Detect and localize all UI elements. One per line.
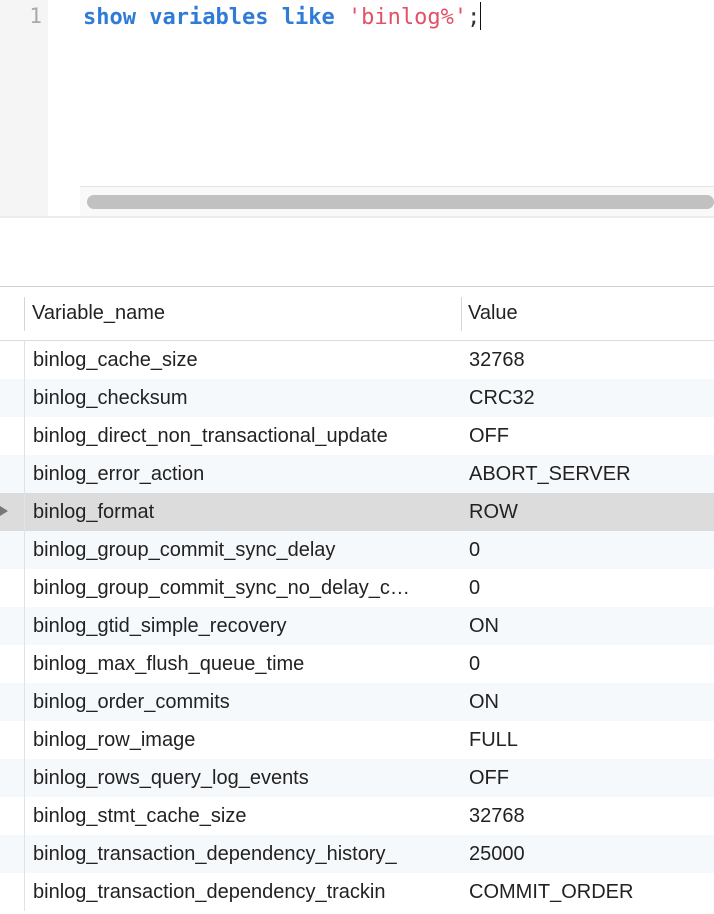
cell-variable-name[interactable]: binlog_max_flush_queue_time xyxy=(33,645,455,683)
cell-variable-name[interactable]: binlog_checksum xyxy=(33,379,455,417)
keyword-variables: variables xyxy=(149,5,269,30)
cell-variable-name[interactable]: binlog_gtid_simple_recovery xyxy=(33,607,455,645)
cell-value[interactable]: ON xyxy=(469,683,714,721)
line-number: 1 xyxy=(29,4,42,28)
table-row[interactable]: binlog_max_flush_queue_time 0 xyxy=(0,645,714,683)
editor-results-divider[interactable] xyxy=(0,216,714,218)
row-gutter-separator xyxy=(24,721,25,759)
table-row[interactable]: binlog_error_action ABORT_SERVER xyxy=(0,455,714,493)
cell-variable-name[interactable]: binlog_stmt_cache_size xyxy=(33,797,455,835)
row-gutter-separator xyxy=(24,493,25,531)
row-gutter-separator xyxy=(24,759,25,797)
table-row[interactable]: binlog_rows_query_log_events OFF xyxy=(0,759,714,797)
text-caret xyxy=(480,2,482,30)
row-gutter-separator xyxy=(24,873,25,911)
row-gutter-separator xyxy=(24,341,25,379)
cell-variable-name[interactable]: binlog_rows_query_log_events xyxy=(33,759,455,797)
row-gutter-separator xyxy=(24,835,25,873)
column-header-variable-name[interactable]: Variable_name xyxy=(32,287,165,340)
horizontal-scrollbar-thumb[interactable] xyxy=(87,195,714,209)
row-gutter-separator xyxy=(24,683,25,721)
table-row[interactable]: binlog_cache_size 32768 xyxy=(0,341,714,379)
cell-value[interactable]: ROW xyxy=(469,493,714,531)
cell-value[interactable]: 25000 xyxy=(469,835,714,873)
cell-value[interactable]: 0 xyxy=(469,531,714,569)
cell-value[interactable]: 32768 xyxy=(469,341,714,379)
table-row[interactable]: binlog_direct_non_transactional_update OF… xyxy=(0,417,714,455)
cell-value[interactable]: 0 xyxy=(469,645,714,683)
header-separator xyxy=(24,297,25,331)
column-header-value[interactable]: Value xyxy=(468,287,518,340)
string-literal: 'binlog%' xyxy=(347,5,468,30)
current-row-arrow-icon xyxy=(0,506,8,516)
grid-header: Variable_name Value xyxy=(0,287,714,341)
row-gutter-separator xyxy=(24,645,25,683)
cell-value[interactable]: OFF xyxy=(469,417,714,455)
keyword-like: like xyxy=(281,5,335,30)
cell-variable-name[interactable]: binlog_cache_size xyxy=(33,341,455,379)
column-resize-handle[interactable] xyxy=(461,297,462,331)
row-gutter-separator xyxy=(24,607,25,645)
statement-terminator: ; xyxy=(467,5,481,30)
table-row[interactable]: binlog_group_commit_sync_no_delay_c… 0 xyxy=(0,569,714,607)
cell-value[interactable]: ON xyxy=(469,607,714,645)
cell-variable-name[interactable]: binlog_group_commit_sync_no_delay_c… xyxy=(33,569,455,607)
cell-value[interactable]: 32768 xyxy=(469,797,714,835)
cell-value[interactable]: ABORT_SERVER xyxy=(469,455,714,493)
table-row[interactable]: binlog_gtid_simple_recovery ON xyxy=(0,607,714,645)
sql-query-line[interactable]: show variables like 'binlog%'; xyxy=(83,2,482,33)
row-gutter-separator xyxy=(24,379,25,417)
table-row[interactable]: binlog_transaction_dependency_history_ 25… xyxy=(0,835,714,873)
grid-rows: binlog_cache_size 32768 binlog_checksum CRC… xyxy=(0,341,714,911)
table-row[interactable]: binlog_format ROW xyxy=(0,493,714,531)
sql-editor[interactable]: 1 show variables like 'binlog%'; xyxy=(0,0,714,217)
table-row[interactable]: binlog_row_image FULL xyxy=(0,721,714,759)
row-gutter-separator xyxy=(24,455,25,493)
table-row[interactable]: binlog_order_commits ON xyxy=(0,683,714,721)
keyword-show: show xyxy=(83,5,136,30)
table-row[interactable]: binlog_checksum CRC32 xyxy=(0,379,714,417)
cell-value[interactable]: CRC32 xyxy=(469,379,714,417)
cell-variable-name[interactable]: binlog_format xyxy=(33,493,455,531)
cell-variable-name[interactable]: binlog_error_action xyxy=(33,455,455,493)
cell-variable-name[interactable]: binlog_transaction_dependency_trackin xyxy=(33,873,455,911)
line-number-gutter: 1 xyxy=(0,0,48,216)
row-gutter-separator xyxy=(24,417,25,455)
cell-variable-name[interactable]: binlog_row_image xyxy=(33,721,455,759)
cell-value[interactable]: OFF xyxy=(469,759,714,797)
row-gutter-separator xyxy=(24,531,25,569)
row-gutter-separator xyxy=(24,569,25,607)
results-grid[interactable]: Variable_name Value binlog_cache_size 327… xyxy=(0,286,714,914)
cell-value[interactable]: COMMIT_ORDER xyxy=(469,873,714,911)
cell-variable-name[interactable]: binlog_group_commit_sync_delay xyxy=(33,531,455,569)
cell-value[interactable]: 0 xyxy=(469,569,714,607)
cell-value[interactable]: FULL xyxy=(469,721,714,759)
cell-variable-name[interactable]: binlog_order_commits xyxy=(33,683,455,721)
table-row[interactable]: binlog_group_commit_sync_delay 0 xyxy=(0,531,714,569)
cell-variable-name[interactable]: binlog_direct_non_transactional_update xyxy=(33,417,455,455)
cell-variable-name[interactable]: binlog_transaction_dependency_history_ xyxy=(33,835,455,873)
row-gutter-separator xyxy=(24,797,25,835)
table-row[interactable]: binlog_transaction_dependency_trackin COM… xyxy=(0,873,714,911)
table-row[interactable]: binlog_stmt_cache_size 32768 xyxy=(0,797,714,835)
